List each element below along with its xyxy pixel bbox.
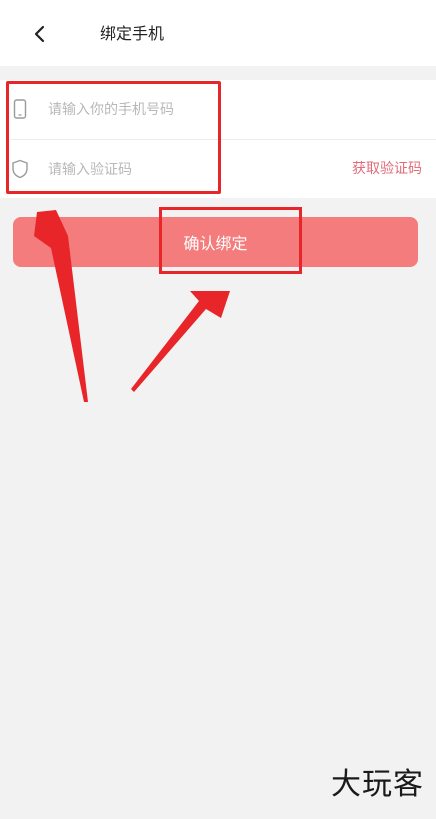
phone-input[interactable] bbox=[46, 94, 290, 126]
annotation-arrow-right bbox=[131, 291, 230, 392]
code-row: 获取验证码 bbox=[0, 140, 436, 198]
back-button[interactable] bbox=[24, 20, 54, 48]
watermark-logo: 大玩客 bbox=[331, 767, 424, 802]
confirm-bind-button[interactable]: 确认绑定 bbox=[13, 217, 418, 267]
phone-row bbox=[0, 80, 436, 138]
phone-icon bbox=[10, 98, 30, 120]
verification-code-input[interactable] bbox=[46, 154, 290, 186]
chevron-left-icon bbox=[34, 25, 45, 43]
page-title: 绑定手机 bbox=[100, 24, 165, 43]
shield-icon bbox=[10, 158, 30, 180]
bind-phone-form: 获取验证码 bbox=[0, 80, 436, 198]
header-bar: 绑定手机 bbox=[0, 0, 436, 66]
get-code-button[interactable]: 获取验证码 bbox=[352, 159, 422, 179]
